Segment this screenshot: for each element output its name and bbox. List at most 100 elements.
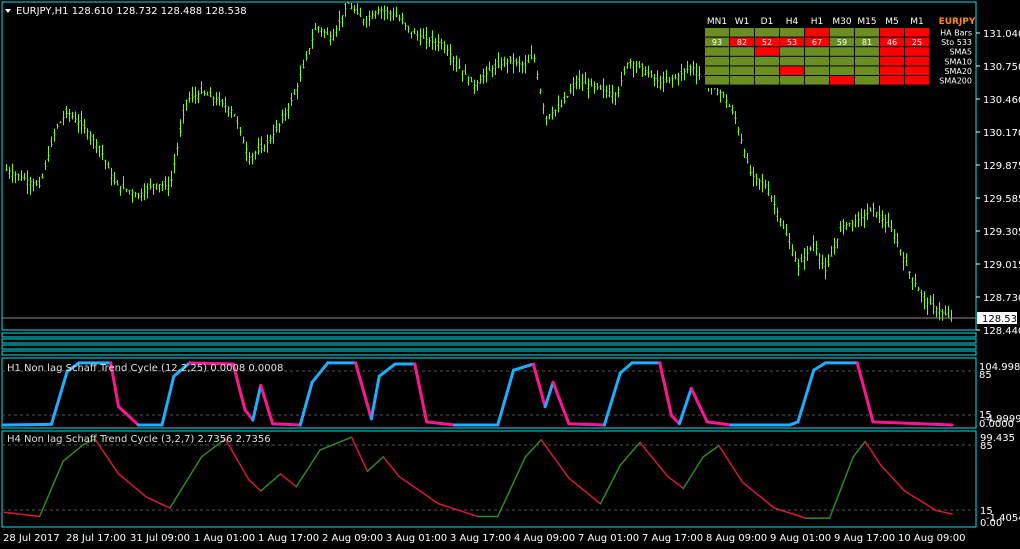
dashboard-symbol: EURJPY (939, 17, 976, 27)
dashboard-cell (880, 76, 904, 85)
dashboard-row-label: SMA20 (944, 67, 972, 76)
dashboard-cell (855, 66, 879, 75)
time-label: 28 Jul 17:00 (66, 533, 126, 544)
time-label: 3 Aug 01:00 (386, 533, 447, 544)
dashboard-cell (830, 66, 854, 75)
time-label: 28 Jul 2017 (3, 533, 60, 544)
time-label: 3 Aug 17:00 (450, 533, 511, 544)
dashboard-cell (755, 47, 779, 56)
price-label: 128.440 (983, 326, 1020, 337)
h1-stc-label: H1 Non lag Schaff Trend Cycle (12,2,25) … (7, 363, 283, 374)
dashboard-row-label: SMA200 (939, 77, 972, 86)
price-label: 130.460 (983, 95, 1020, 106)
price-label: 129.875 (983, 161, 1020, 172)
price-label: 129.015 (983, 260, 1020, 271)
dashboard-row-label: HA Bars (940, 29, 972, 38)
dashboard-cell (830, 56, 854, 66)
dashboard-cell (855, 76, 879, 85)
time-label: 9 Aug 01:00 (770, 533, 831, 544)
signal-dashboard: MN1 W1 D1 H4 H1 M30 M15 M5 M1 EURJPY HA Bars 93 82 52… (702, 14, 976, 88)
dashboard-cell (755, 28, 779, 37)
dashboard-cell (755, 66, 779, 75)
scale-label: -4.9999 (983, 414, 1020, 425)
dashboard-cell (880, 47, 904, 56)
dashboard-cell-value: 81 (862, 38, 872, 47)
dashboard-cell (780, 66, 804, 75)
dashboard-cell (755, 56, 779, 66)
dashboard-cell (780, 56, 804, 66)
dashboard-cell (705, 28, 729, 37)
dashboard-cell (855, 28, 879, 37)
dashboard-cell (780, 28, 804, 37)
dashboard-cell (805, 56, 829, 66)
dashboard-cell (730, 56, 754, 66)
chart-header-text: EURJPY,H1 128.610 128.732 128.488 128.53… (16, 6, 247, 17)
dashboard-cell (705, 66, 729, 75)
dashboard-cell (905, 47, 929, 56)
stc-segment (2, 422, 53, 427)
dashboard-cell-value: 46 (887, 38, 897, 47)
dashboard-cell (755, 76, 779, 85)
dashboard-cell (830, 28, 854, 37)
dashboard-cell (730, 66, 754, 75)
dashboard-column-header: M15 (857, 17, 876, 27)
scale-label: -1.4054 (986, 513, 1020, 524)
time-label: 1 Aug 01:00 (194, 533, 255, 544)
dashboard-cell-value: 25 (912, 38, 922, 47)
time-label: 4 Aug 09:00 (514, 533, 575, 544)
dashboard-cell (805, 28, 829, 37)
dashboard-cell-value: 53 (787, 38, 797, 47)
price-label: 131.040 (983, 29, 1020, 40)
dashboard-cell (855, 47, 879, 56)
dashboard-cell (730, 28, 754, 37)
dashboard-cell (880, 66, 904, 75)
time-label: 1 Aug 17:00 (258, 533, 319, 544)
dashboard-column-header: H4 (786, 17, 799, 27)
time-label: 31 Jul 09:00 (130, 533, 190, 544)
scale-label: 85 (980, 441, 993, 452)
dashboard-column-header: M1 (910, 17, 924, 27)
dashboard-column-header: H1 (811, 17, 824, 27)
dashboard-cell (830, 76, 854, 85)
time-label: 8 Aug 09:00 (706, 533, 767, 544)
dashboard-cell (905, 28, 929, 37)
dashboard-cell (805, 66, 829, 75)
dashboard-cell (730, 47, 754, 56)
current-price-label: 128.538 (982, 314, 1020, 325)
chart-canvas[interactable]: EURJPY,H1 128.610 128.732 128.488 128.53… (0, 0, 1020, 549)
dashboard-column-header: M5 (885, 17, 899, 27)
dashboard-row-label: SMA10 (944, 57, 972, 66)
dashboard-cell (705, 56, 729, 66)
stc-segment (271, 422, 302, 427)
dashboard-cell (805, 76, 829, 85)
time-label: 9 Aug 17:00 (834, 533, 895, 544)
dashboard-cell-value: 67 (812, 38, 822, 47)
dashboard-cell (905, 56, 929, 66)
dashboard-cell (905, 76, 929, 85)
dashboard-cell (805, 47, 829, 56)
dashboard-cell (905, 66, 929, 75)
dashboard-cell-value: 82 (737, 38, 747, 47)
dashboard-column-header: MN1 (707, 17, 727, 27)
dashboard-cell (780, 47, 804, 56)
time-label: 7 Aug 01:00 (578, 533, 639, 544)
dashboard-cell (880, 56, 904, 66)
dashboard-column-header: M30 (832, 17, 851, 27)
stc-segment (567, 422, 606, 427)
dashboard-cell (730, 76, 754, 85)
dashboard-cell (705, 76, 729, 85)
dashboard-row-label: Sto 533 (941, 38, 972, 47)
time-label: 10 Aug 09:00 (898, 533, 965, 544)
price-label: 130.170 (983, 128, 1020, 139)
time-label: 2 Aug 09:00 (322, 533, 383, 544)
dashboard-column-header: W1 (735, 17, 750, 27)
price-label: 129.585 (983, 194, 1020, 205)
dashboard-cell-value: 93 (712, 38, 722, 47)
dashboard-cell (880, 28, 904, 37)
scale-label: 85 (979, 370, 992, 381)
dashboard-cell (705, 47, 729, 56)
time-label: 7 Aug 17:00 (642, 533, 703, 544)
price-label: 129.305 (983, 227, 1020, 238)
dashboard-cell (855, 56, 879, 66)
dashboard-cell (780, 76, 804, 85)
